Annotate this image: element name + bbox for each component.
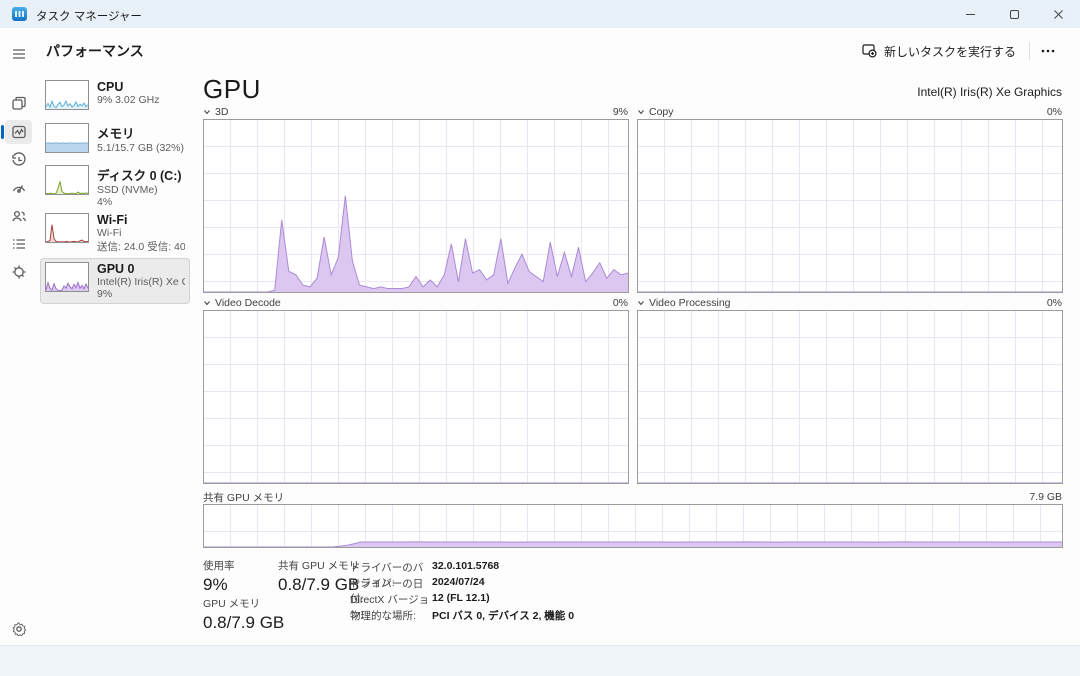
sidebar-item-details[interactable] xyxy=(5,232,32,256)
perf-item-detail: 5.1/15.7 GB (32%) xyxy=(97,142,184,154)
perf-item-detail: SSD (NVMe) xyxy=(97,184,158,196)
settings-icon[interactable] xyxy=(5,617,32,641)
chart-value: 0% xyxy=(1046,297,1062,309)
disk-mini-chart xyxy=(45,165,89,195)
perf-item-detail2: 送信: 24.0 受信: 40.0 Kbps xyxy=(97,241,185,253)
perf-item-name: CPU xyxy=(97,80,124,94)
perf-item-detail: Intel(R) Iris(R) Xe Graphics xyxy=(97,276,185,288)
chart-value: 9% xyxy=(612,106,628,118)
close-button[interactable] xyxy=(1036,0,1080,28)
minimize-button[interactable] xyxy=(948,0,992,28)
chart-copy[interactable] xyxy=(637,119,1063,293)
chevron-down-icon[interactable] xyxy=(637,108,645,116)
perf-item-gpu[interactable]: GPU 0 Intel(R) Iris(R) Xe Graphics 9% xyxy=(40,258,190,304)
new-task-icon xyxy=(861,42,877,61)
run-new-task-button[interactable]: 新しいタスクを実行する xyxy=(853,38,1024,64)
nav-rail xyxy=(0,28,36,645)
run-new-task-label: 新しいタスクを実行する xyxy=(883,44,1016,59)
chart-title: 共有 GPU メモリ xyxy=(203,491,285,504)
sidebar-item-app-history[interactable] xyxy=(5,148,32,172)
chart-shared-memory[interactable] xyxy=(203,504,1063,548)
chart-title: 3D xyxy=(215,106,229,118)
detail-physical-location: 物理的な場所: PCI バス 0, デバイス 2, 機能 0 xyxy=(350,610,575,622)
stat-gpu-memory: GPU メモリ 0.8/7.9 GB xyxy=(203,598,285,632)
memory-mini-chart xyxy=(45,123,89,153)
chart-value: 0% xyxy=(612,297,628,309)
sidebar-item-users[interactable] xyxy=(5,204,32,228)
chart-value: 0% xyxy=(1046,106,1062,118)
perf-item-memory[interactable]: メモリ 5.1/15.7 GB (32%) xyxy=(40,119,190,158)
taskbar: 2 カブス - マーリンズ 7 時間後 xyxy=(0,645,1080,676)
chart-title: Video Processing xyxy=(649,297,731,309)
chevron-down-icon[interactable] xyxy=(637,299,645,307)
chart-header-video-decode: Video Decode 0% xyxy=(203,296,628,310)
wifi-mini-chart xyxy=(45,213,89,243)
cpu-mini-chart xyxy=(45,80,89,110)
chart-header-shared-memory: 共有 GPU メモリ 7.9 GB xyxy=(203,490,1062,504)
chart-value: 7.9 GB xyxy=(1029,491,1062,503)
chart-title: Copy xyxy=(649,106,674,118)
header-separator xyxy=(1029,42,1030,60)
maximize-button[interactable] xyxy=(992,0,1036,28)
stat-shared-gpu-memory: 共有 GPU メモリ 0.8/7.9 GB xyxy=(278,560,360,594)
chart-header-3d: 3D 9% xyxy=(203,105,628,119)
stat-utilization: 使用率 9% xyxy=(203,560,235,594)
sidebar-item-processes[interactable] xyxy=(5,92,32,116)
window-title: タスク マネージャー xyxy=(36,11,142,23)
perf-item-detail2: 9% xyxy=(97,288,113,300)
perf-item-name: ディスク 0 (C:) xyxy=(97,169,182,183)
perf-item-wifi[interactable]: Wi-Fi Wi-Fi 送信: 24.0 受信: 40.0 Kbps xyxy=(40,209,190,258)
sidebar-item-services[interactable] xyxy=(5,260,32,284)
chart-3d[interactable] xyxy=(203,119,629,293)
titlebar: タスク マネージャー xyxy=(0,0,1080,28)
task-manager-screen: タスク マネージャー パフォーマンス 新しいタスクを実行する CPU 9% 3.… xyxy=(0,0,1080,676)
perf-item-name: GPU 0 xyxy=(97,262,135,276)
sidebar-item-performance[interactable] xyxy=(1,120,32,144)
sidebar-item-startup-apps[interactable] xyxy=(5,176,32,200)
perf-item-cpu[interactable]: CPU 9% 3.02 GHz xyxy=(40,76,190,114)
perf-item-name: メモリ xyxy=(97,127,135,141)
chart-title: Video Decode xyxy=(215,297,281,309)
nav-menu-button[interactable] xyxy=(5,42,32,66)
more-options-button[interactable] xyxy=(1034,38,1062,64)
page-title: パフォーマンス xyxy=(46,43,144,59)
gpu-adapter-name: Intel(R) Iris(R) Xe Graphics xyxy=(917,85,1062,99)
chevron-down-icon[interactable] xyxy=(203,108,211,116)
perf-item-disk[interactable]: ディスク 0 (C:) SSD (NVMe) 4% xyxy=(40,161,190,212)
chevron-down-icon[interactable] xyxy=(203,299,211,307)
chart-video-decode[interactable] xyxy=(203,310,629,484)
chart-video-processing[interactable] xyxy=(637,310,1063,484)
perf-item-detail2: 4% xyxy=(97,196,113,208)
task-manager-app-icon xyxy=(12,7,27,21)
perf-item-detail: 9% 3.02 GHz xyxy=(97,94,160,106)
gpu-panel-title: GPU xyxy=(203,74,261,104)
gpu-mini-chart xyxy=(45,262,89,292)
chart-header-copy: Copy 0% xyxy=(637,105,1062,119)
chart-header-video-processing: Video Processing 0% xyxy=(637,296,1062,310)
perf-item-name: Wi-Fi xyxy=(97,213,128,227)
perf-item-detail: Wi-Fi xyxy=(97,227,122,239)
